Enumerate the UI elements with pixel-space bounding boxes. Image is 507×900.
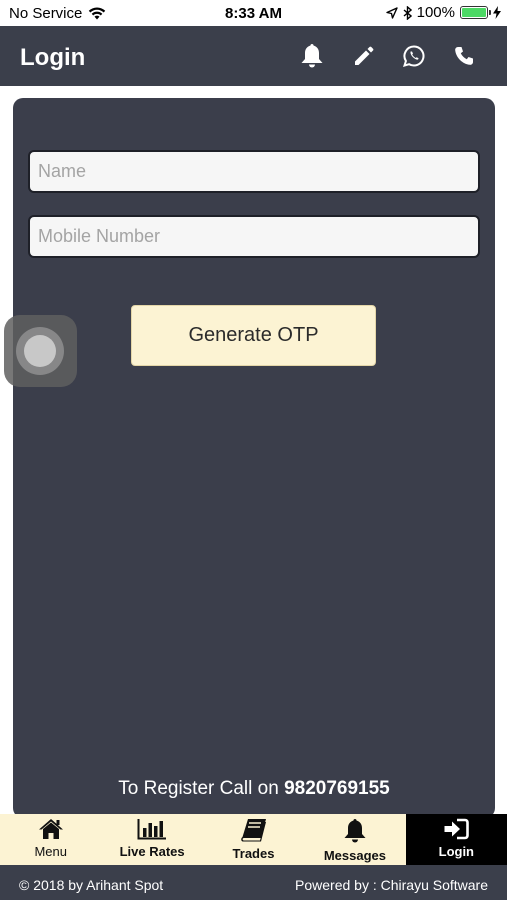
footer: © 2018 by Arihant Spot Powered by : Chir… xyxy=(0,865,507,900)
whatsapp-button[interactable] xyxy=(400,42,428,70)
bottom-tab-bar: Menu Live Rates Trades Messages Login xyxy=(0,814,507,865)
status-right: 100% xyxy=(385,4,501,21)
bell-icon xyxy=(344,819,366,843)
location-arrow-icon xyxy=(385,6,398,19)
tab-messages-label: Messages xyxy=(323,848,386,863)
pencil-icon xyxy=(355,46,374,65)
tab-login[interactable]: Login xyxy=(405,814,507,865)
copyright-text: © 2018 by Arihant Spot xyxy=(19,877,164,893)
name-input[interactable] xyxy=(28,150,480,193)
battery-percent: 100% xyxy=(416,4,455,21)
tab-live-rates[interactable]: Live Rates xyxy=(101,814,202,865)
powered-by-text: Powered by : Chirayu Software xyxy=(295,877,488,893)
call-button[interactable] xyxy=(450,42,478,70)
tab-messages[interactable]: Messages xyxy=(304,814,405,865)
tab-login-label: Login xyxy=(438,844,475,859)
register-phone-number[interactable]: 9820769155 xyxy=(284,778,390,799)
battery-icon xyxy=(460,6,491,19)
assistive-touch-button[interactable] xyxy=(4,315,77,387)
mobile-number-input[interactable] xyxy=(28,215,480,258)
tab-menu[interactable]: Menu xyxy=(0,814,101,865)
sign-in-icon xyxy=(444,818,470,840)
edit-button[interactable] xyxy=(350,42,378,70)
status-bar: No Service 8:33 AM 100% xyxy=(0,0,507,26)
home-icon xyxy=(38,819,63,839)
notifications-button[interactable] xyxy=(298,42,326,70)
page-title: Login xyxy=(20,44,86,71)
charging-bolt-icon xyxy=(493,6,501,19)
register-label: To Register Call on xyxy=(118,778,279,799)
bell-icon xyxy=(301,44,323,68)
tab-trades-label: Trades xyxy=(232,846,275,861)
phone-icon xyxy=(455,47,473,65)
generate-otp-button[interactable]: Generate OTP xyxy=(131,305,376,366)
tab-live-rates-label: Live Rates xyxy=(119,844,185,859)
assistive-touch-dot xyxy=(24,335,56,367)
app-header: Login xyxy=(0,26,507,86)
register-text: To Register Call on 9820769155 xyxy=(13,778,495,800)
whatsapp-icon xyxy=(403,45,425,67)
bluetooth-icon xyxy=(403,5,412,20)
book-icon xyxy=(240,819,266,842)
login-panel: Generate OTP To Register Call on 9820769… xyxy=(13,98,495,818)
battery-fill xyxy=(462,8,486,17)
tab-trades[interactable]: Trades xyxy=(203,814,304,865)
tab-menu-label: Menu xyxy=(34,844,67,859)
bar-chart-icon xyxy=(137,819,167,840)
